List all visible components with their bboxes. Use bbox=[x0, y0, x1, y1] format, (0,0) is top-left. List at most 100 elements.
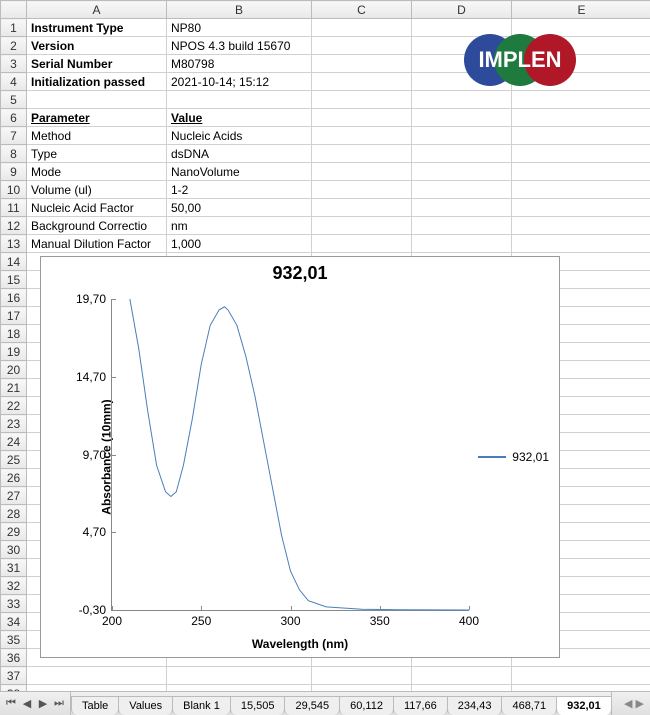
row-header-16[interactable]: 16 bbox=[1, 289, 27, 307]
cell[interactable] bbox=[312, 667, 412, 685]
cell[interactable] bbox=[512, 181, 650, 199]
row-header-13[interactable]: 13 bbox=[1, 235, 27, 253]
row-header-5[interactable]: 5 bbox=[1, 91, 27, 109]
row-header-23[interactable]: 23 bbox=[1, 415, 27, 433]
cell[interactable]: Initialization passed bbox=[27, 73, 167, 91]
cell[interactable] bbox=[312, 127, 412, 145]
row-header-30[interactable]: 30 bbox=[1, 541, 27, 559]
cell[interactable]: NPOS 4.3 build 15670 bbox=[167, 37, 312, 55]
row-header-11[interactable]: 11 bbox=[1, 199, 27, 217]
cell[interactable] bbox=[312, 163, 412, 181]
cell[interactable]: Value bbox=[167, 109, 312, 127]
sheet-tab[interactable]: 234,43 bbox=[447, 696, 503, 715]
cell[interactable] bbox=[412, 181, 512, 199]
cell[interactable] bbox=[312, 181, 412, 199]
cell[interactable]: Manual Dilution Factor bbox=[27, 235, 167, 253]
cell[interactable]: Instrument Type bbox=[27, 19, 167, 37]
cell[interactable]: 2021-10-14; 15:12 bbox=[167, 73, 312, 91]
cell[interactable] bbox=[412, 217, 512, 235]
cell[interactable] bbox=[312, 55, 412, 73]
sheet-tab[interactable]: Values bbox=[118, 696, 173, 715]
cell[interactable]: Serial Number bbox=[27, 55, 167, 73]
row-header-12[interactable]: 12 bbox=[1, 217, 27, 235]
cell[interactable] bbox=[312, 37, 412, 55]
cell[interactable] bbox=[167, 91, 312, 109]
column-header-A[interactable]: A bbox=[27, 1, 167, 19]
cell[interactable] bbox=[512, 109, 650, 127]
sheet-tab[interactable]: 932,01 bbox=[556, 696, 611, 715]
row-header-34[interactable]: 34 bbox=[1, 613, 27, 631]
cell[interactable] bbox=[412, 199, 512, 217]
row-header-33[interactable]: 33 bbox=[1, 595, 27, 613]
column-header-D[interactable]: D bbox=[412, 1, 512, 19]
cell[interactable] bbox=[512, 127, 650, 145]
row-header-18[interactable]: 18 bbox=[1, 325, 27, 343]
cell[interactable] bbox=[167, 667, 312, 685]
column-header-C[interactable]: C bbox=[312, 1, 412, 19]
cell[interactable] bbox=[512, 235, 650, 253]
cell[interactable] bbox=[512, 145, 650, 163]
cell[interactable] bbox=[512, 163, 650, 181]
cell[interactable]: Background Correctio bbox=[27, 217, 167, 235]
row-header-22[interactable]: 22 bbox=[1, 397, 27, 415]
cell[interactable] bbox=[312, 73, 412, 91]
cell[interactable] bbox=[312, 145, 412, 163]
cell[interactable] bbox=[512, 199, 650, 217]
row-header-24[interactable]: 24 bbox=[1, 433, 27, 451]
tab-bar-scroll-area[interactable]: ◀ ▶ bbox=[611, 692, 650, 715]
cell[interactable]: Parameter bbox=[27, 109, 167, 127]
cell[interactable]: Volume (ul) bbox=[27, 181, 167, 199]
sheet-tab[interactable]: 15,505 bbox=[230, 696, 286, 715]
cell[interactable] bbox=[312, 91, 412, 109]
cell[interactable] bbox=[312, 19, 412, 37]
row-header-37[interactable]: 37 bbox=[1, 667, 27, 685]
row-header-28[interactable]: 28 bbox=[1, 505, 27, 523]
sheet-tab[interactable]: 60,112 bbox=[339, 696, 394, 715]
tab-nav-last-icon[interactable]: ⏭ bbox=[52, 697, 66, 711]
cell[interactable] bbox=[512, 217, 650, 235]
cell[interactable] bbox=[312, 109, 412, 127]
row-header-8[interactable]: 8 bbox=[1, 145, 27, 163]
row-header-29[interactable]: 29 bbox=[1, 523, 27, 541]
cell[interactable] bbox=[312, 199, 412, 217]
cell[interactable] bbox=[412, 109, 512, 127]
cell[interactable] bbox=[412, 127, 512, 145]
cell[interactable] bbox=[412, 163, 512, 181]
cell[interactable]: dsDNA bbox=[167, 145, 312, 163]
cell[interactable]: NanoVolume bbox=[167, 163, 312, 181]
row-header-2[interactable]: 2 bbox=[1, 37, 27, 55]
row-header-25[interactable]: 25 bbox=[1, 451, 27, 469]
row-header-17[interactable]: 17 bbox=[1, 307, 27, 325]
cell[interactable]: nm bbox=[167, 217, 312, 235]
cell[interactable]: M80798 bbox=[167, 55, 312, 73]
row-header-1[interactable]: 1 bbox=[1, 19, 27, 37]
cell[interactable]: 1,000 bbox=[167, 235, 312, 253]
cell[interactable]: 50,00 bbox=[167, 199, 312, 217]
row-header-14[interactable]: 14 bbox=[1, 253, 27, 271]
cell[interactable]: Version bbox=[27, 37, 167, 55]
tab-nav-prev-icon[interactable]: ◀ bbox=[20, 697, 34, 711]
tab-nav-first-icon[interactable]: ⏮ bbox=[4, 697, 18, 711]
column-header-E[interactable]: E bbox=[512, 1, 650, 19]
row-header-6[interactable]: 6 bbox=[1, 109, 27, 127]
cell[interactable] bbox=[27, 91, 167, 109]
sheet-tab[interactable]: Blank 1 bbox=[172, 696, 231, 715]
row-header-26[interactable]: 26 bbox=[1, 469, 27, 487]
sheet-tab[interactable]: 117,66 bbox=[393, 696, 448, 715]
cell[interactable] bbox=[412, 91, 512, 109]
cell[interactable] bbox=[412, 667, 512, 685]
cell[interactable] bbox=[512, 667, 650, 685]
row-header-20[interactable]: 20 bbox=[1, 361, 27, 379]
cell[interactable]: NP80 bbox=[167, 19, 312, 37]
cell[interactable] bbox=[312, 235, 412, 253]
row-header-27[interactable]: 27 bbox=[1, 487, 27, 505]
cell[interactable] bbox=[27, 667, 167, 685]
column-header-B[interactable]: B bbox=[167, 1, 312, 19]
cell[interactable]: Nucleic Acid Factor bbox=[27, 199, 167, 217]
cell[interactable]: 1-2 bbox=[167, 181, 312, 199]
sheet-tab[interactable]: 468,71 bbox=[501, 696, 557, 715]
row-header-19[interactable]: 19 bbox=[1, 343, 27, 361]
row-header-21[interactable]: 21 bbox=[1, 379, 27, 397]
cell[interactable] bbox=[412, 235, 512, 253]
row-header-10[interactable]: 10 bbox=[1, 181, 27, 199]
